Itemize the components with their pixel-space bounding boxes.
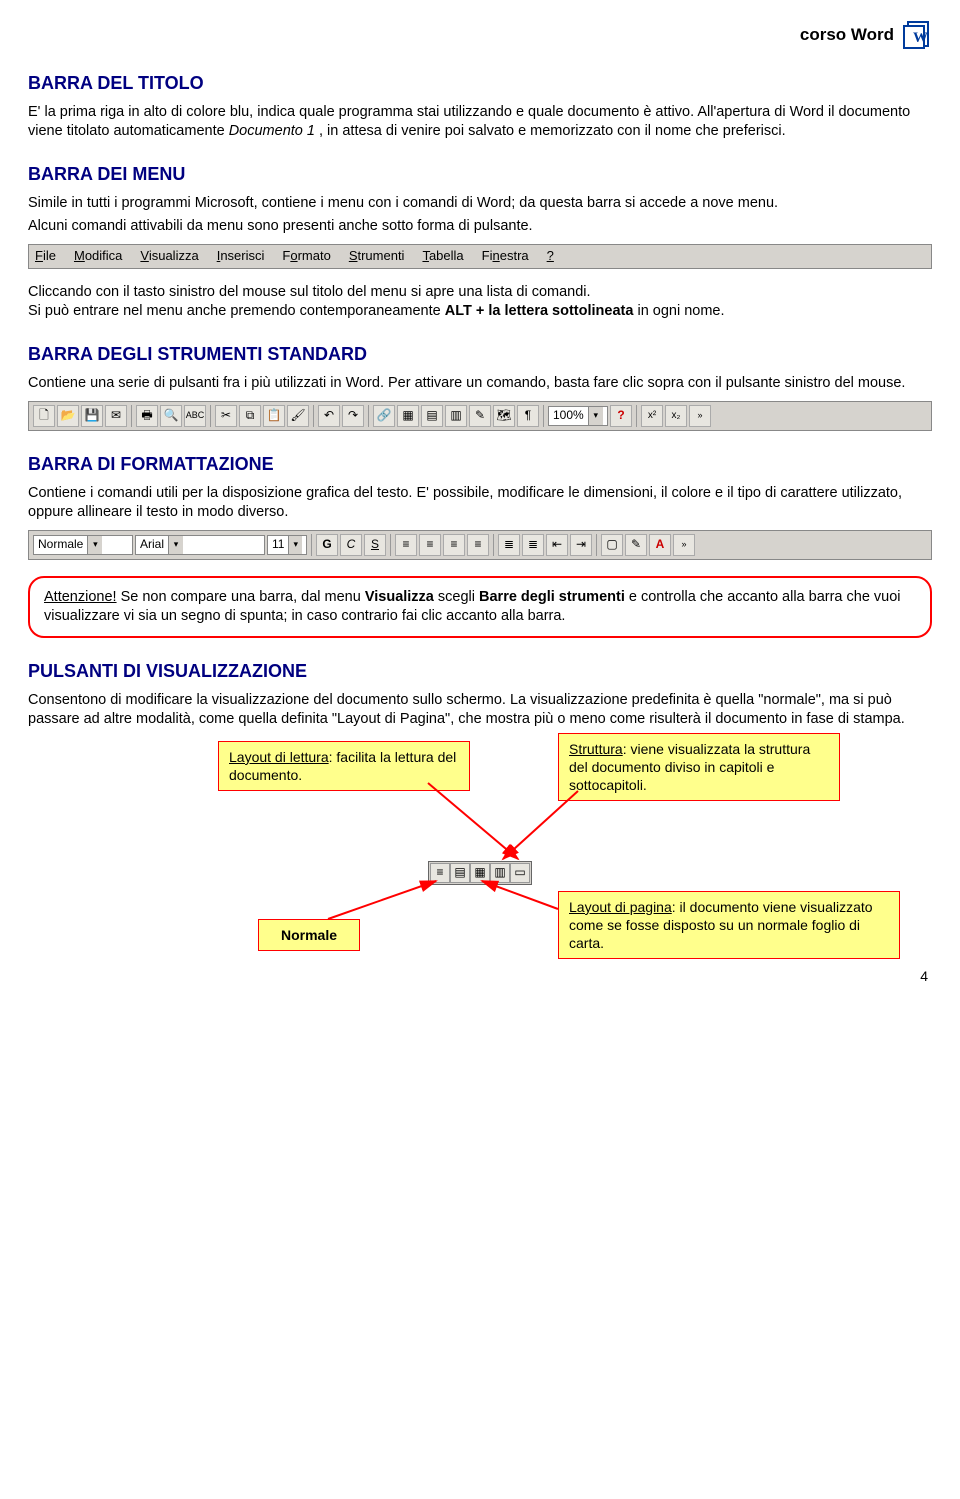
view-normal-icon[interactable]: ≡ — [430, 863, 450, 883]
chevron-down-icon: ▾ — [588, 407, 603, 425]
heading-barra-menu: BARRA DEI MENU — [28, 163, 932, 186]
chevron-down-icon: ▾ — [288, 536, 302, 554]
align-justify-icon[interactable]: ≡ — [467, 534, 489, 556]
hyperlink-icon[interactable]: 🔗 — [373, 405, 395, 427]
undo-icon[interactable]: ↶ — [318, 405, 340, 427]
menu-help[interactable]: ? — [547, 248, 554, 265]
view-web-icon[interactable]: ▤ — [450, 863, 470, 883]
word-icon: W — [902, 20, 932, 50]
align-left-icon[interactable]: ≡ — [395, 534, 417, 556]
numbered-list-icon[interactable]: ≣ — [498, 534, 520, 556]
drawing-icon[interactable]: ✎ — [469, 405, 491, 427]
format-painter-icon[interactable]: 🖌 — [287, 405, 309, 427]
columns-icon[interactable]: ▥ — [445, 405, 467, 427]
view-buttons-bar: ≡ ▤ ▦ ▥ ▭ — [428, 861, 532, 885]
style-combo[interactable]: Normale ▾ — [33, 535, 133, 555]
header-title: corso Word — [800, 24, 894, 46]
preview-icon[interactable]: 🔍 — [160, 405, 182, 427]
paste-icon[interactable]: 📋 — [263, 405, 285, 427]
underline-icon[interactable]: S — [364, 534, 386, 556]
menu-finestra[interactable]: Finestra — [482, 248, 529, 265]
menu-tabella[interactable]: Tabella — [422, 248, 463, 265]
new-icon[interactable]: 🗋 — [33, 405, 55, 427]
show-para-icon[interactable]: ¶ — [517, 405, 539, 427]
para-vis: Consentono di modificare la visualizzazi… — [28, 691, 932, 729]
toolbar-format: Normale ▾ Arial ▾ 11 ▾ G C S ≡ ≡ ≡ ≡ ≣ ≣… — [28, 530, 932, 560]
redo-icon[interactable]: ↷ — [342, 405, 364, 427]
page-header: corso Word W — [28, 20, 932, 50]
heading-barra-format: BARRA DI FORMATTAZIONE — [28, 453, 932, 476]
font-combo[interactable]: Arial ▾ — [135, 535, 265, 555]
menubar-sample: File Modifica Visualizza Inserisci Forma… — [28, 244, 932, 269]
highlight-icon[interactable]: ✎ — [625, 534, 647, 556]
menu-modifica[interactable]: Modifica — [74, 248, 122, 265]
menu-file[interactable]: File — [35, 248, 56, 265]
box-normale: Normale — [258, 919, 360, 951]
increase-indent-icon[interactable]: ⇥ — [570, 534, 592, 556]
bullet-list-icon[interactable]: ≣ — [522, 534, 544, 556]
heading-pulsanti-vis: PULSANTI DI VISUALIZZAZIONE — [28, 660, 932, 683]
box-struttura: Struttura: viene visualizzata la struttu… — [558, 733, 840, 802]
para-menu-1: Simile in tutti i programmi Microsoft, c… — [28, 194, 932, 213]
subscript-icon[interactable]: x₂ — [665, 405, 687, 427]
box-layout-pagina: Layout di pagina: il documento viene vis… — [558, 891, 900, 960]
spell-icon[interactable]: ABC — [184, 405, 206, 427]
box-layout-lettura: Layout di lettura: facilita la lettura d… — [218, 741, 470, 791]
view-reading-icon[interactable]: ▭ — [510, 863, 530, 883]
chevron-down-icon[interactable]: » — [689, 405, 711, 427]
chevron-down-icon: ▾ — [168, 536, 183, 554]
para-menu-3: Cliccando con il tasto sinistro del mous… — [28, 283, 932, 321]
superscript-icon[interactable]: x² — [641, 405, 663, 427]
view-outline-icon[interactable]: ▥ — [490, 863, 510, 883]
menu-strumenti[interactable]: Strumenti — [349, 248, 405, 265]
view-modes-diagram: Layout di lettura: facilita la lettura d… — [28, 741, 932, 961]
excel-icon[interactable]: ▤ — [421, 405, 443, 427]
decrease-indent-icon[interactable]: ⇤ — [546, 534, 568, 556]
attention-box: Attenzione! Se non compare una barra, da… — [28, 576, 932, 638]
mail-icon[interactable]: ✉ — [105, 405, 127, 427]
size-combo[interactable]: 11 ▾ — [267, 535, 307, 555]
help-icon[interactable]: ? — [610, 405, 632, 427]
chevron-down-icon: ▾ — [87, 536, 102, 554]
zoom-combo[interactable]: 100% ▾ — [548, 406, 608, 426]
menu-formato[interactable]: Formato — [282, 248, 330, 265]
italic-icon[interactable]: C — [340, 534, 362, 556]
menu-inserisci[interactable]: Inserisci — [217, 248, 265, 265]
page-number: 4 — [920, 967, 928, 985]
para-standard: Contiene una serie di pulsanti fra i più… — [28, 374, 932, 393]
para-menu-2: Alcuni comandi attivabili da menu sono p… — [28, 217, 932, 236]
copy-icon[interactable]: ⧉ — [239, 405, 261, 427]
print-icon[interactable]: 🖶 — [136, 405, 158, 427]
table-icon[interactable]: ▦ — [397, 405, 419, 427]
align-right-icon[interactable]: ≡ — [443, 534, 465, 556]
save-icon[interactable]: 💾 — [81, 405, 103, 427]
cut-icon[interactable]: ✂ — [215, 405, 237, 427]
map-icon[interactable]: 🗺 — [493, 405, 515, 427]
bold-icon[interactable]: G — [316, 534, 338, 556]
view-page-icon[interactable]: ▦ — [470, 863, 490, 883]
para-format: Contiene i comandi utili per la disposiz… — [28, 484, 932, 522]
chevron-down-icon[interactable]: » — [673, 534, 695, 556]
border-icon[interactable]: ▢ — [601, 534, 623, 556]
open-icon[interactable]: 📂 — [57, 405, 79, 427]
toolbar-standard: 🗋 📂 💾 ✉ 🖶 🔍 ABC ✂ ⧉ 📋 🖌 ↶ ↷ 🔗 ▦ ▤ ▥ ✎ 🗺 … — [28, 401, 932, 431]
font-color-icon[interactable]: A — [649, 534, 671, 556]
heading-barra-titolo: BARRA DEL TITOLO — [28, 72, 932, 95]
svg-text:W: W — [913, 30, 928, 46]
menu-visualizza[interactable]: Visualizza — [140, 248, 198, 265]
align-center-icon[interactable]: ≡ — [419, 534, 441, 556]
para-titolo: E' la prima riga in alto di colore blu, … — [28, 103, 932, 141]
heading-barra-standard: BARRA DEGLI STRUMENTI STANDARD — [28, 343, 932, 366]
